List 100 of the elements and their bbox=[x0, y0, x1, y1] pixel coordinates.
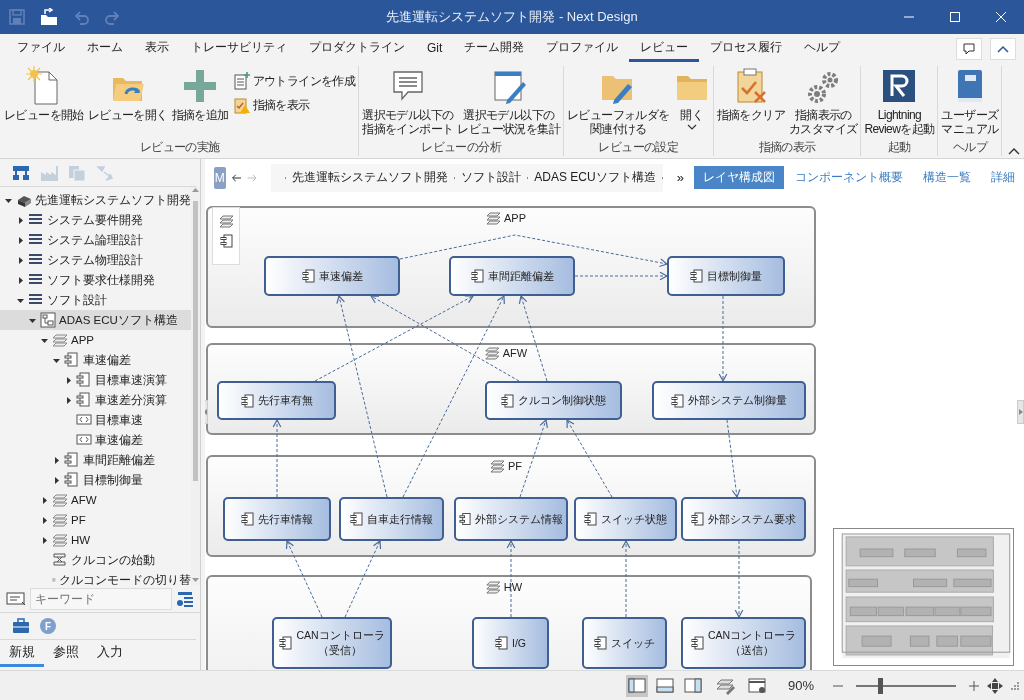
search-field[interactable]: キーワード bbox=[30, 587, 172, 610]
component-node[interactable]: 先行車有無 bbox=[217, 381, 336, 420]
component-node[interactable]: 車速偏差 bbox=[264, 256, 400, 296]
menu-tab[interactable]: Git bbox=[416, 36, 454, 62]
menu-tab[interactable]: ファイル bbox=[6, 36, 76, 62]
tree-item[interactable]: ソフト要求仕様開発 bbox=[0, 270, 191, 290]
caret-right-icon[interactable] bbox=[16, 235, 25, 245]
menu-tab[interactable]: プロセス履行 bbox=[699, 36, 794, 62]
menu-tab[interactable]: プロファイル bbox=[535, 36, 630, 62]
menu-tab[interactable]: 表示 bbox=[134, 36, 180, 62]
caret-right-icon[interactable] bbox=[64, 375, 73, 385]
dependency-arrow[interactable] bbox=[344, 539, 382, 618]
overflow-button[interactable]: » bbox=[676, 170, 684, 185]
caret-right-icon[interactable] bbox=[16, 215, 25, 225]
dependency-arrow[interactable] bbox=[402, 294, 505, 498]
caret-right-icon[interactable] bbox=[16, 255, 25, 265]
panel-tab[interactable]: 入力 bbox=[88, 641, 132, 667]
ribbon-button[interactable]: レビューを開く bbox=[86, 66, 169, 122]
tree-item[interactable]: 車速偏差 bbox=[0, 350, 191, 370]
dependency-arrow[interactable] bbox=[314, 295, 475, 382]
dependency-arrow[interactable] bbox=[399, 234, 669, 268]
slider-thumb[interactable] bbox=[877, 677, 883, 694]
dependency-arrow[interactable] bbox=[726, 419, 741, 499]
component-icon[interactable] bbox=[219, 234, 233, 248]
ribbon-button[interactable]: レビューフォルダを 関連付ける bbox=[566, 66, 671, 136]
view-tab[interactable]: 詳細 bbox=[982, 166, 1024, 189]
move-icon[interactable] bbox=[986, 676, 1004, 695]
menu-tab[interactable]: チーム開発 bbox=[453, 36, 536, 62]
component-node[interactable]: CANコントローラ （送信） bbox=[681, 617, 806, 669]
menu-tab[interactable]: プロダクトライン bbox=[298, 36, 416, 62]
caret-right-icon[interactable] bbox=[16, 275, 25, 285]
scrollbar[interactable] bbox=[191, 187, 200, 585]
ribbon-button[interactable]: 指摘を追加 bbox=[170, 66, 230, 122]
dependency-arrow[interactable] bbox=[336, 294, 388, 498]
breadcrumb-item[interactable]: ソフト設計 bbox=[461, 169, 522, 186]
view-tab[interactable]: レイヤ構成図 bbox=[694, 166, 784, 189]
panel-tab[interactable]: 参照 bbox=[44, 641, 88, 667]
dependency-arrow[interactable] bbox=[272, 418, 282, 498]
collapse-handle[interactable] bbox=[1017, 400, 1024, 424]
tree-item[interactable]: 先進運転システムソフト開発 bbox=[0, 190, 191, 210]
caret-right-icon[interactable] bbox=[40, 535, 49, 545]
filter-list-icon[interactable] bbox=[176, 589, 194, 608]
component-node[interactable]: スイッチ状態 bbox=[574, 497, 677, 541]
dependency-arrow[interactable] bbox=[718, 295, 728, 383]
maximize-icon[interactable] bbox=[949, 11, 961, 23]
ribbon-button[interactable]: 指摘を表示 bbox=[231, 94, 357, 116]
plus-icon[interactable] bbox=[968, 679, 980, 692]
component-node[interactable]: スイッチ bbox=[582, 617, 667, 669]
minimap[interactable] bbox=[833, 528, 1014, 666]
caret-up-icon[interactable] bbox=[1008, 147, 1020, 155]
component-node[interactable]: 外部システム情報 bbox=[454, 497, 568, 541]
view-tab[interactable]: 構造一覧 bbox=[914, 166, 980, 189]
folder-icon[interactable] bbox=[40, 8, 58, 26]
tree-item[interactable]: PF bbox=[0, 510, 191, 530]
dependency-arrow[interactable] bbox=[734, 540, 744, 619]
hierarchy-icon[interactable] bbox=[12, 163, 30, 182]
layer-icon[interactable] bbox=[218, 214, 234, 228]
dependency-arrow[interactable] bbox=[621, 539, 631, 618]
scroll-thumb[interactable] bbox=[193, 201, 198, 481]
tree-item[interactable]: システム要件開発 bbox=[0, 210, 191, 230]
component-node[interactable]: 外部システム制御量 bbox=[652, 381, 806, 420]
dependency-arrow[interactable] bbox=[566, 418, 613, 498]
tree-item[interactable]: 車速差分演算 bbox=[0, 390, 191, 410]
component-node[interactable]: 自車走行情報 bbox=[339, 497, 444, 541]
layers-pen-icon[interactable] bbox=[715, 676, 736, 695]
feedback-button[interactable] bbox=[956, 38, 982, 60]
panel-tab[interactable]: 新規 bbox=[0, 641, 44, 667]
toolbox-icon[interactable] bbox=[12, 618, 30, 634]
tree-item[interactable]: ADAS ECUソフト構造 bbox=[0, 310, 191, 330]
text-field-icon[interactable] bbox=[6, 590, 26, 607]
menu-tab[interactable]: トレーサビリティ bbox=[180, 36, 298, 62]
ribbon-button[interactable]: 開く bbox=[672, 66, 711, 133]
ribbon-button[interactable]: 選択モデル以下の 指摘をインポート bbox=[361, 66, 455, 136]
ribbon-button[interactable]: アウトラインを作成 bbox=[231, 70, 357, 92]
close-icon[interactable] bbox=[995, 11, 1007, 23]
ribbon-button[interactable]: 指摘表示の カスタマイズ bbox=[788, 66, 859, 136]
component-node[interactable]: 先行車情報 bbox=[223, 497, 331, 541]
tree-item[interactable]: システム論理設計 bbox=[0, 230, 191, 250]
breadcrumb-item[interactable]: ADAS ECUソフト構造 bbox=[534, 169, 656, 186]
dependency-arrow[interactable] bbox=[574, 271, 669, 281]
ribbon-button[interactable]: ユーザーズ マニュアル bbox=[940, 66, 1000, 136]
tree-item[interactable]: 車速偏差 bbox=[0, 430, 191, 450]
view-tab[interactable]: コンポーネント概要 bbox=[786, 166, 912, 189]
layout-button[interactable] bbox=[625, 674, 648, 697]
tree-item[interactable]: 車間距離偏差 bbox=[0, 450, 191, 470]
dependency-arrow[interactable] bbox=[285, 539, 323, 618]
ribbon-button[interactable]: 指摘をクリア bbox=[715, 66, 787, 122]
ribbon-button[interactable]: 選択モデル以下の レビュー状況を集計 bbox=[456, 66, 562, 136]
menu-tab[interactable]: ホーム bbox=[76, 36, 134, 62]
ribbon-button[interactable]: レビューを開始 bbox=[3, 66, 85, 122]
caret-right-icon[interactable] bbox=[52, 475, 61, 485]
tree-item[interactable]: 目標車速演算 bbox=[0, 370, 191, 390]
tree-item[interactable]: AFW bbox=[0, 490, 191, 510]
component-node[interactable]: 目標制御量 bbox=[667, 256, 785, 296]
tree-item[interactable]: APP bbox=[0, 330, 191, 350]
collapse-ribbon-button[interactable] bbox=[990, 38, 1016, 60]
tree-item[interactable]: HW bbox=[0, 530, 191, 550]
tree-item[interactable]: ソフト設計 bbox=[0, 290, 191, 310]
caret-right-icon[interactable] bbox=[52, 455, 61, 465]
component-node[interactable]: 車間距離偏差 bbox=[449, 256, 575, 296]
